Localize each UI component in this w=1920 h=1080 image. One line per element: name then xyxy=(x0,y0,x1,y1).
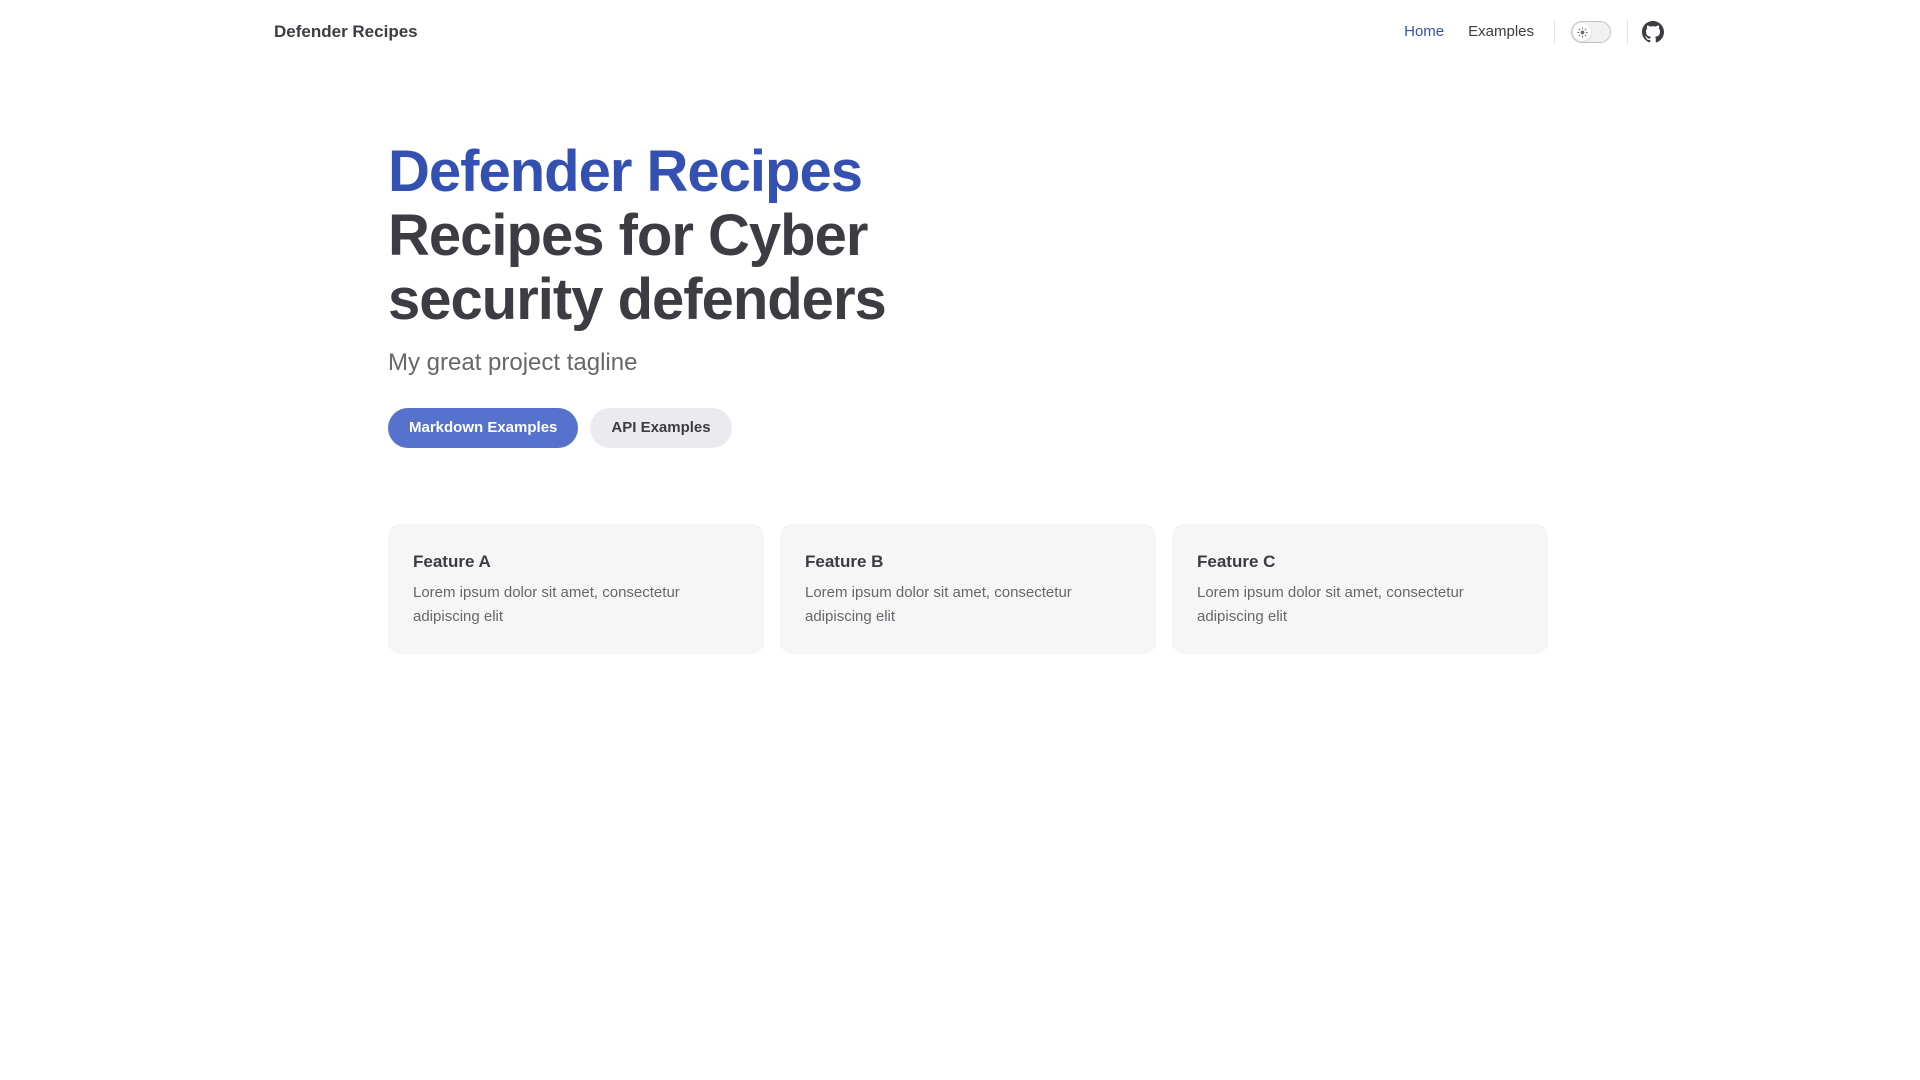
nav-right: Home Examples xyxy=(1392,0,1664,64)
nav-divider xyxy=(1554,20,1555,44)
feature-title: Feature C xyxy=(1197,552,1276,571)
hero-actions: Markdown Examples API Examples xyxy=(388,408,1188,448)
feature-card-b: Feature B Lorem ipsum dolor sit amet, co… xyxy=(780,524,1156,654)
theme-toggle-knob xyxy=(1573,23,1591,41)
hero-section: Defender Recipes Recipes for Cyber secur… xyxy=(388,140,1188,448)
nav-link-examples[interactable]: Examples xyxy=(1456,0,1546,64)
hero-name: Defender Recipes xyxy=(388,139,863,204)
sun-icon xyxy=(1576,26,1588,38)
markdown-examples-button[interactable]: Markdown Examples xyxy=(388,408,579,448)
theme-toggle-switch[interactable] xyxy=(1571,21,1611,43)
feature-details: Lorem ipsum dolor sit amet, consectetur … xyxy=(805,584,1072,625)
feature-details: Lorem ipsum dolor sit amet, consectetur … xyxy=(1197,584,1464,625)
feature-card-a: Feature A Lorem ipsum dolor sit amet, co… xyxy=(388,524,764,654)
github-icon xyxy=(1642,21,1664,43)
top-nav: Defender Recipes Home Examples xyxy=(0,0,1920,64)
site-title[interactable]: Defender Recipes xyxy=(274,0,418,64)
feature-card-c: Feature C Lorem ipsum dolor sit amet, co… xyxy=(1172,524,1548,654)
features-section: Feature A Lorem ipsum dolor sit amet, co… xyxy=(388,524,1548,654)
github-link[interactable] xyxy=(1642,21,1664,43)
hero-tagline: My great project tagline xyxy=(388,349,638,376)
feature-title: Feature A xyxy=(413,552,491,571)
feature-title: Feature B xyxy=(805,552,884,571)
feature-details: Lorem ipsum dolor sit amet, consectetur … xyxy=(413,584,680,625)
nav-link-home[interactable]: Home xyxy=(1392,0,1456,64)
api-examples-button[interactable]: API Examples xyxy=(590,408,732,448)
hero-text: Recipes for Cyber security defenders xyxy=(388,203,887,332)
nav-divider xyxy=(1627,20,1628,44)
